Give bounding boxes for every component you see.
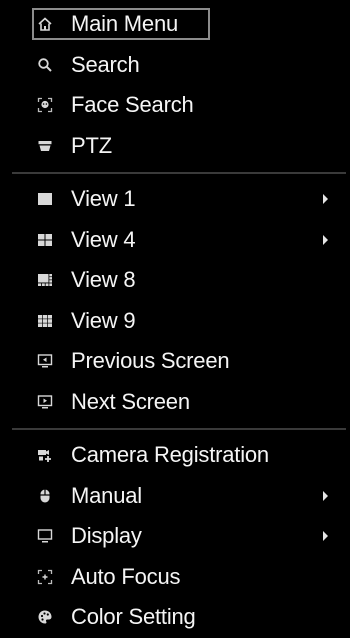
menu-item-view-4[interactable]: View 4 [0,220,350,261]
color-palette-icon [37,609,53,625]
menu-item-view-9[interactable]: View 9 [0,301,350,342]
view-9-icon [37,313,53,329]
menu-item-label: Color Setting [71,604,196,630]
menu-item-manual[interactable]: Manual [0,476,350,517]
display-monitor-icon [37,528,53,544]
menu-item-label: View 1 [71,186,136,212]
menu-item-label: Camera Registration [71,442,269,468]
camera-registration-icon [37,447,53,463]
submenu-arrow-icon [323,194,328,205]
menu-item-label: Search [71,51,140,77]
submenu-arrow-icon [323,531,328,542]
face-search-icon [37,97,53,113]
menu-group-views: View 1 View 4 View 8 View 9 Previous Scr… [0,174,350,422]
menu-item-color-setting[interactable]: Color Setting [0,597,350,638]
menu-item-search[interactable]: Search [0,45,350,86]
context-menu: Main Menu Search Face Search PTZ View 1 … [0,0,350,629]
menu-item-label: Previous Screen [71,348,230,374]
menu-item-label: Face Search [71,92,194,118]
submenu-arrow-icon [323,234,328,245]
menu-item-label: PTZ [71,132,112,158]
menu-item-face-search[interactable]: Face Search [0,85,350,126]
menu-item-ptz[interactable]: PTZ [0,126,350,167]
view-4-icon [37,232,53,248]
menu-item-camera-registration[interactable]: Camera Registration [0,435,350,476]
view-8-icon [37,272,53,288]
menu-item-next-screen[interactable]: Next Screen [0,382,350,423]
menu-group-main: Main Menu Search Face Search PTZ [0,0,350,166]
menu-item-view-8[interactable]: View 8 [0,260,350,301]
menu-item-label: View 4 [71,226,136,252]
menu-item-label: Display [71,523,142,549]
view-1-icon [37,191,53,207]
menu-item-label: View 9 [71,307,136,333]
auto-focus-icon [37,569,53,585]
menu-item-auto-focus[interactable]: Auto Focus [0,557,350,598]
ptz-camera-icon [37,138,53,154]
previous-screen-icon [37,353,53,369]
menu-item-display[interactable]: Display [0,516,350,557]
menu-item-label: Main Menu [71,11,179,37]
menu-item-view-1[interactable]: View 1 [0,179,350,220]
menu-item-label: View 8 [71,267,136,293]
home-icon [37,16,53,32]
menu-item-previous-screen[interactable]: Previous Screen [0,341,350,382]
menu-item-label: Auto Focus [71,563,181,589]
manual-record-icon [37,488,53,504]
next-screen-icon [37,394,53,410]
menu-group-camera: Camera Registration Manual Display Auto … [0,430,350,638]
menu-item-label: Manual [71,482,142,508]
menu-item-label: Next Screen [71,388,190,414]
search-icon [37,57,53,73]
menu-item-main-menu[interactable]: Main Menu [0,4,350,45]
submenu-arrow-icon [323,490,328,501]
